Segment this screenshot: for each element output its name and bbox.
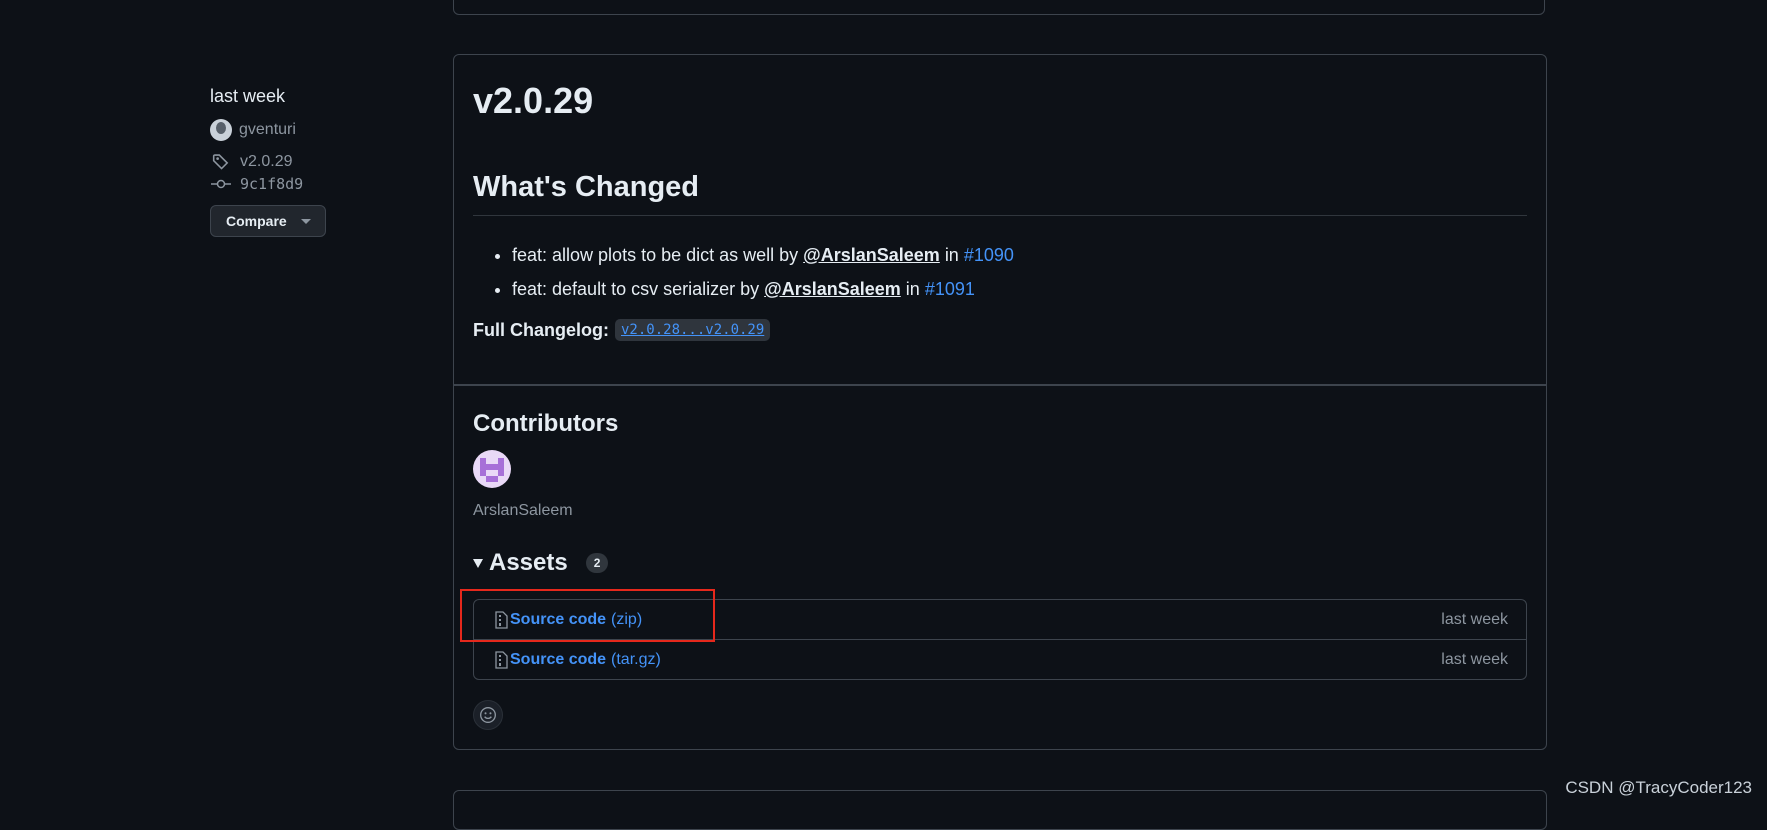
highlight-box — [460, 589, 715, 642]
full-changelog-label: Full Changelog: — [473, 319, 609, 340]
triangle-down-icon — [473, 558, 483, 568]
section-divider — [454, 384, 1546, 386]
add-reaction-button[interactable] — [473, 700, 503, 730]
pr-link[interactable]: #1090 — [964, 245, 1014, 265]
heading-rule — [473, 215, 1527, 216]
compare-button[interactable]: Compare — [210, 205, 326, 237]
smiley-icon — [480, 707, 496, 723]
asset-time: last week — [1441, 651, 1508, 668]
asset-link[interactable]: Source code — [510, 651, 606, 669]
pr-link[interactable]: #1091 — [925, 279, 975, 299]
release-commit[interactable]: 9c1f8d9 — [210, 173, 450, 195]
commit-icon — [210, 178, 232, 190]
release-author[interactable]: gventuri — [210, 117, 450, 143]
release-card: v2.0.29 What's Changed feat: allow plots… — [453, 54, 1547, 750]
contributor-name[interactable]: ArslanSaleem — [473, 502, 573, 520]
asset-format[interactable]: (tar.gz) — [611, 651, 661, 669]
list-item: feat: default to csv serializer by @Arsl… — [512, 272, 1014, 306]
changelog-range-link[interactable]: v2.0.28...v2.0.29 — [615, 319, 771, 341]
contributors-heading: Contributors — [473, 410, 619, 437]
tag-label[interactable]: v2.0.29 — [240, 153, 292, 171]
asset-time: last week — [1441, 610, 1508, 628]
release-date: last week — [210, 86, 286, 106]
user-link[interactable]: @ArslanSaleem — [764, 279, 901, 299]
caret-down-icon — [300, 218, 311, 224]
next-release-card — [453, 790, 1547, 830]
author-name[interactable]: gventuri — [239, 121, 296, 139]
release-tag[interactable]: v2.0.29 — [210, 151, 450, 173]
previous-release-card — [453, 0, 1545, 15]
author-avatar[interactable] — [210, 119, 232, 141]
change-text: feat: allow plots to be dict as well by — [512, 245, 799, 265]
change-list: feat: allow plots to be dict as well by … — [492, 238, 1014, 306]
change-text: feat: default to csv serializer by — [512, 279, 760, 299]
file-zip-icon — [495, 651, 508, 669]
whats-changed-heading: What's Changed — [473, 171, 700, 203]
list-item: feat: allow plots to be dict as well by … — [512, 238, 1014, 272]
assets-count-badge: 2 — [585, 553, 609, 573]
change-in-text: in — [944, 245, 959, 265]
watermark: CSDN @TracyCoder123 — [1565, 778, 1752, 797]
full-changelog: Full Changelog: v2.0.28...v2.0.29 — [473, 319, 771, 341]
commit-sha[interactable]: 9c1f8d9 — [240, 175, 303, 193]
assets-toggle[interactable]: Assets 2 — [473, 549, 609, 577]
asset-row[interactable]: Source code (tar.gz) last week — [474, 640, 1526, 680]
assets-heading: Assets — [489, 549, 568, 576]
user-link[interactable]: @ArslanSaleem — [803, 245, 940, 265]
release-title[interactable]: v2.0.29 — [473, 80, 593, 122]
contributor-avatar[interactable] — [473, 450, 511, 488]
release-sidebar: last week gventuri v2.0.29 9c1f8d9 Compa… — [210, 86, 450, 237]
compare-label: Compare — [226, 213, 287, 229]
tag-icon — [210, 153, 232, 171]
change-in-text: in — [905, 279, 920, 299]
